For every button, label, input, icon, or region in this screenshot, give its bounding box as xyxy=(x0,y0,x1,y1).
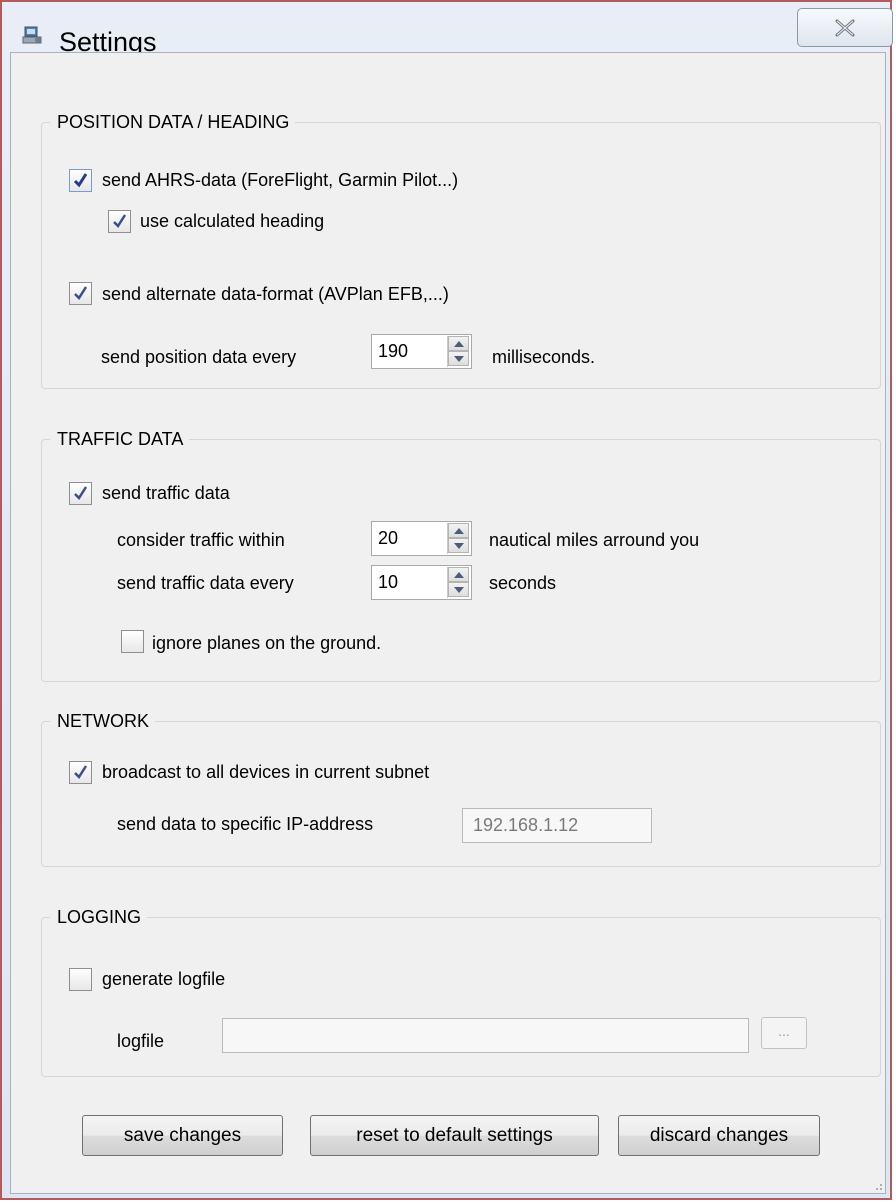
ignore-ground-planes-label[interactable]: ignore planes on the ground. xyxy=(152,631,381,655)
discard-changes-button[interactable]: discard changes xyxy=(618,1115,820,1156)
traffic-range-stepper[interactable]: 20 xyxy=(371,521,472,556)
position-interval-spin-buttons xyxy=(447,336,470,367)
traffic-range-label: consider traffic within xyxy=(117,530,285,550)
send-ahrs-checkbox[interactable] xyxy=(69,169,92,192)
send-traffic-label[interactable]: send traffic data xyxy=(102,481,230,505)
broadcast-checkbox[interactable] xyxy=(69,761,92,784)
traffic-range-down-button[interactable] xyxy=(448,538,469,553)
logfile-path-input[interactable] xyxy=(223,1019,748,1052)
close-button[interactable] xyxy=(797,8,893,47)
settings-client-area: POSITION DATA / HEADING send AHRS-data (… xyxy=(10,52,886,1194)
arrow-up-icon xyxy=(454,528,464,534)
broadcast-label[interactable]: broadcast to all devices in current subn… xyxy=(102,760,429,784)
generate-logfile-checkbox[interactable] xyxy=(69,968,92,991)
send-ahrs-label[interactable]: send AHRS-data (ForeFlight, Garmin Pilot… xyxy=(102,168,458,192)
traffic-interval-spin-buttons xyxy=(447,567,470,598)
arrow-up-icon xyxy=(454,341,464,347)
position-interval-unit: milliseconds. xyxy=(492,347,596,367)
arrow-down-icon xyxy=(454,543,464,549)
ignore-ground-planes-checkbox[interactable] xyxy=(121,630,144,653)
ip-address-label: send data to specific IP-address xyxy=(117,814,374,834)
logfile-path-field[interactable] xyxy=(222,1018,749,1053)
traffic-range-spin-buttons xyxy=(447,523,470,554)
send-alternate-format-label[interactable]: send alternate data-format (AVPlan EFB,.… xyxy=(102,282,449,306)
ip-address-field[interactable] xyxy=(462,808,652,843)
position-interval-up-button[interactable] xyxy=(448,336,469,351)
app-settings-icon xyxy=(22,26,44,46)
traffic-interval-label: send traffic data every xyxy=(117,573,294,593)
use-calculated-heading-label[interactable]: use calculated heading xyxy=(140,209,324,233)
arrow-down-icon xyxy=(454,587,464,593)
close-x-icon xyxy=(835,19,855,37)
position-interval-label: send position data every xyxy=(101,347,297,367)
position-interval-down-button[interactable] xyxy=(448,351,469,366)
resize-grip-icon[interactable] xyxy=(873,1181,883,1191)
traffic-range-unit: nautical miles arround you xyxy=(489,530,700,550)
traffic-range-value[interactable]: 20 xyxy=(378,526,398,550)
send-traffic-checkbox[interactable] xyxy=(69,482,92,505)
use-calculated-heading-checkbox[interactable] xyxy=(108,210,131,233)
arrow-up-icon xyxy=(454,572,464,578)
traffic-interval-stepper[interactable]: 10 xyxy=(371,565,472,600)
logging-group-title: LOGGING xyxy=(50,905,148,929)
generate-logfile-label[interactable]: generate logfile xyxy=(102,967,225,991)
save-changes-button[interactable]: save changes xyxy=(82,1115,283,1156)
position-interval-stepper[interactable]: 190 xyxy=(371,334,472,369)
ip-address-input[interactable] xyxy=(463,809,651,842)
network-group-title: NETWORK xyxy=(50,709,155,733)
traffic-interval-down-button[interactable] xyxy=(448,582,469,597)
traffic-interval-unit: seconds xyxy=(489,573,557,593)
traffic-interval-value[interactable]: 10 xyxy=(378,570,398,594)
traffic-range-up-button[interactable] xyxy=(448,523,469,538)
logfile-label: logfile xyxy=(117,1031,165,1051)
title-bar[interactable]: Settings xyxy=(2,2,893,57)
send-alternate-format-checkbox[interactable] xyxy=(69,282,92,305)
settings-window: Settings POSITION DATA / HEADING send AH… xyxy=(0,0,893,1200)
reset-defaults-button[interactable]: reset to default settings xyxy=(310,1115,599,1156)
browse-logfile-button[interactable]: ... xyxy=(761,1017,807,1049)
position-interval-value[interactable]: 190 xyxy=(378,339,408,363)
arrow-down-icon xyxy=(454,356,464,362)
position-group-title: POSITION DATA / HEADING xyxy=(50,110,296,134)
network-group: NETWORK xyxy=(41,709,881,867)
logging-group: LOGGING xyxy=(41,905,881,1077)
traffic-group-title: TRAFFIC DATA xyxy=(50,427,190,451)
traffic-interval-up-button[interactable] xyxy=(448,567,469,582)
